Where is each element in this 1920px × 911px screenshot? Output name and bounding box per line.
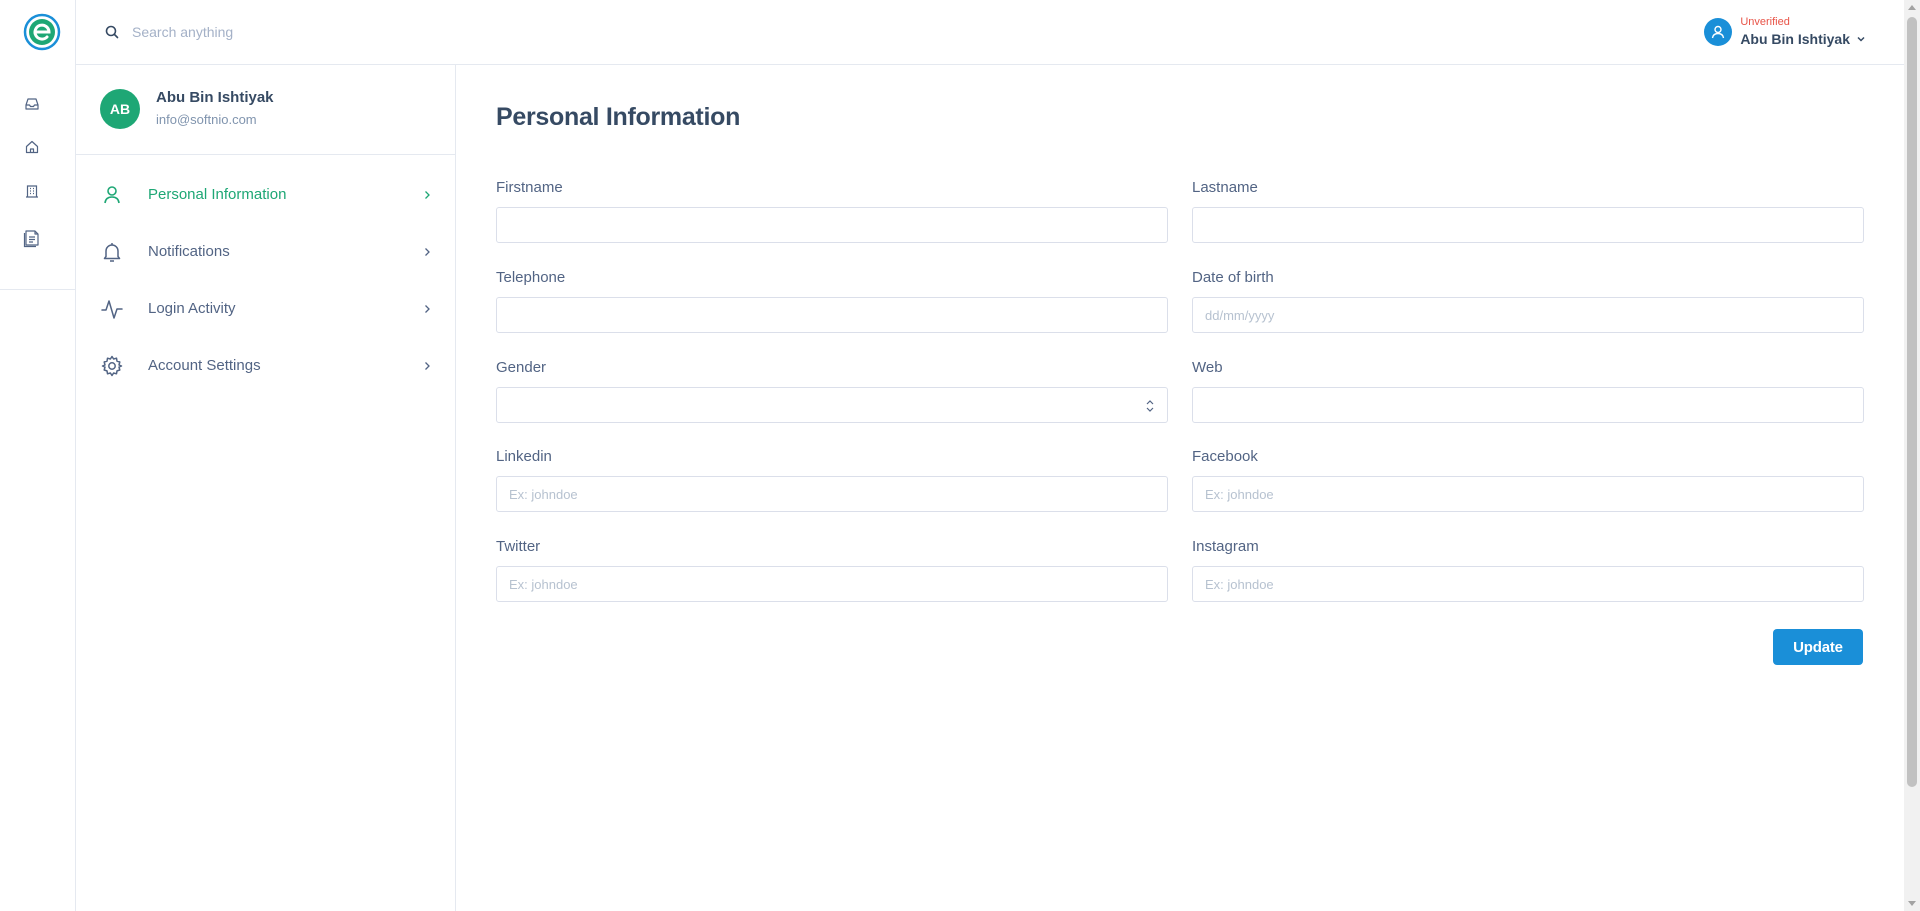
menu-item-personal-information[interactable]: Personal Information xyxy=(76,166,455,223)
rail-divider xyxy=(0,289,76,290)
chevron-right-icon xyxy=(425,247,430,256)
telephone-label: Telephone xyxy=(496,269,566,286)
scrollbar-thumb[interactable] xyxy=(1907,17,1917,787)
menu-item-notifications[interactable]: Notifications xyxy=(76,223,455,280)
app-logo[interactable] xyxy=(23,13,61,51)
linkedin-input[interactable] xyxy=(496,476,1168,512)
icon-rail xyxy=(0,0,76,911)
instagram-input[interactable] xyxy=(1192,566,1864,602)
update-button[interactable]: Update xyxy=(1773,629,1863,665)
gender-label: Gender xyxy=(496,359,547,376)
chevron-right-icon xyxy=(425,361,430,370)
verification-status: Unverified xyxy=(1740,16,1790,28)
profile-email: info@softnio.com xyxy=(156,112,257,127)
activity-icon xyxy=(101,299,123,319)
web-input[interactable] xyxy=(1192,387,1864,423)
home-icon[interactable] xyxy=(22,137,42,157)
gender-select[interactable] xyxy=(496,387,1168,423)
facebook-input[interactable] xyxy=(1192,476,1864,512)
gender-group: Gender xyxy=(496,359,1168,423)
top-bar: Unverified Abu Bin Ishtiyak xyxy=(76,0,1904,65)
linkedin-label: Linkedin xyxy=(496,448,552,465)
user-icon xyxy=(104,185,120,203)
telephone-input[interactable] xyxy=(496,297,1168,333)
scroll-down-arrow-icon[interactable] xyxy=(1908,901,1916,906)
facebook-label: Facebook xyxy=(1192,448,1258,465)
select-arrows-icon xyxy=(1146,400,1154,412)
dob-group: Date of birth xyxy=(1192,269,1864,333)
user-menu[interactable]: Unverified Abu Bin Ishtiyak xyxy=(1704,10,1866,54)
logo-icon xyxy=(23,13,61,51)
building-icon[interactable] xyxy=(22,181,42,201)
menu-item-label: Notifications xyxy=(148,243,230,260)
bell-icon xyxy=(103,242,121,262)
menu-item-label: Login Activity xyxy=(148,300,236,317)
profile-header: AB Abu Bin Ishtiyak info@softnio.com xyxy=(76,65,455,155)
document-icon[interactable] xyxy=(22,228,42,248)
facebook-group: Facebook xyxy=(1192,448,1864,512)
profile-name: Abu Bin Ishtiyak xyxy=(156,89,274,106)
chevron-right-icon xyxy=(425,190,430,199)
inbox-icon[interactable] xyxy=(22,94,42,114)
profile-menu: Personal Information Notifications Login… xyxy=(76,166,455,394)
dob-input[interactable] xyxy=(1192,297,1864,333)
menu-item-login-activity[interactable]: Login Activity xyxy=(76,280,455,337)
linkedin-group: Linkedin xyxy=(496,448,1168,512)
chevron-right-icon xyxy=(425,304,430,313)
firstname-label: Firstname xyxy=(496,179,563,196)
web-group: Web xyxy=(1192,359,1864,423)
search-icon xyxy=(105,25,119,39)
twitter-group: Twitter xyxy=(496,538,1168,602)
profile-sidebar: AB Abu Bin Ishtiyak info@softnio.com Per… xyxy=(76,65,456,911)
page-scrollbar[interactable] xyxy=(1904,0,1920,911)
lastname-label: Lastname xyxy=(1192,179,1258,196)
firstname-group: Firstname xyxy=(496,179,1168,243)
avatar: AB xyxy=(100,89,140,129)
telephone-group: Telephone xyxy=(496,269,1168,333)
user-avatar-icon xyxy=(1704,18,1733,46)
menu-item-label: Account Settings xyxy=(148,357,261,374)
lastname-input[interactable] xyxy=(1192,207,1864,243)
search-input[interactable] xyxy=(132,18,532,46)
gear-icon xyxy=(101,355,123,376)
user-name: Abu Bin Ishtiyak xyxy=(1740,31,1850,47)
dob-label: Date of birth xyxy=(1192,269,1274,286)
scroll-up-arrow-icon[interactable] xyxy=(1908,5,1916,10)
menu-item-account-settings[interactable]: Account Settings xyxy=(76,337,455,394)
lastname-group: Lastname xyxy=(1192,179,1864,243)
instagram-label: Instagram xyxy=(1192,538,1259,555)
twitter-input[interactable] xyxy=(496,566,1168,602)
firstname-input[interactable] xyxy=(496,207,1168,243)
twitter-label: Twitter xyxy=(496,538,541,555)
instagram-group: Instagram xyxy=(1192,538,1864,602)
web-label: Web xyxy=(1192,359,1223,376)
menu-item-label: Personal Information xyxy=(148,186,287,203)
page-title: Personal Information xyxy=(496,103,741,131)
chevron-down-icon xyxy=(1857,36,1865,42)
main-content: Personal Information Firstname Lastname … xyxy=(456,65,1904,911)
